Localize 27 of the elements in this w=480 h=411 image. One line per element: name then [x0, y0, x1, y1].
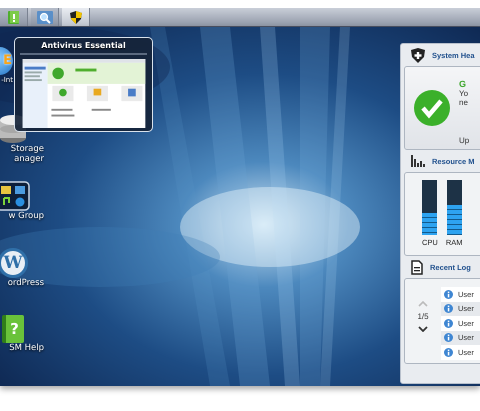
book-icon	[7, 10, 20, 24]
info-icon	[444, 318, 453, 328]
info-icon	[444, 304, 453, 314]
shield-plus-icon	[411, 48, 425, 62]
health-text: ne	[459, 98, 469, 107]
info-icon	[444, 290, 453, 299]
health-footer: Up	[459, 136, 470, 145]
bar-chart-icon	[411, 155, 425, 167]
app-group-icon[interactable]	[0, 181, 30, 211]
health-status: G	[459, 79, 468, 89]
icon-label[interactable]: ordPress	[8, 278, 44, 288]
search-icon	[36, 10, 52, 24]
window-thumbnail-drawing[interactable]	[20, 59, 148, 128]
health-text: Yo	[459, 89, 470, 98]
document-icon	[411, 260, 423, 274]
icon-label[interactable]: Storage	[10, 144, 44, 154]
chevron-down-icon[interactable]	[418, 326, 428, 332]
info-icon	[444, 333, 453, 342]
taskbar-button[interactable]	[62, 8, 90, 26]
icon-label[interactable]: w Group	[8, 211, 44, 221]
icon-label[interactable]: anager	[14, 154, 44, 164]
page-indicator: 1/5	[417, 312, 429, 321]
info-icon	[444, 348, 453, 357]
preview-title: Antivirus Essential	[20, 41, 147, 55]
check-icon	[413, 89, 451, 127]
shield-icon	[70, 10, 82, 24]
icon-label[interactable]: SM Help	[9, 343, 44, 353]
